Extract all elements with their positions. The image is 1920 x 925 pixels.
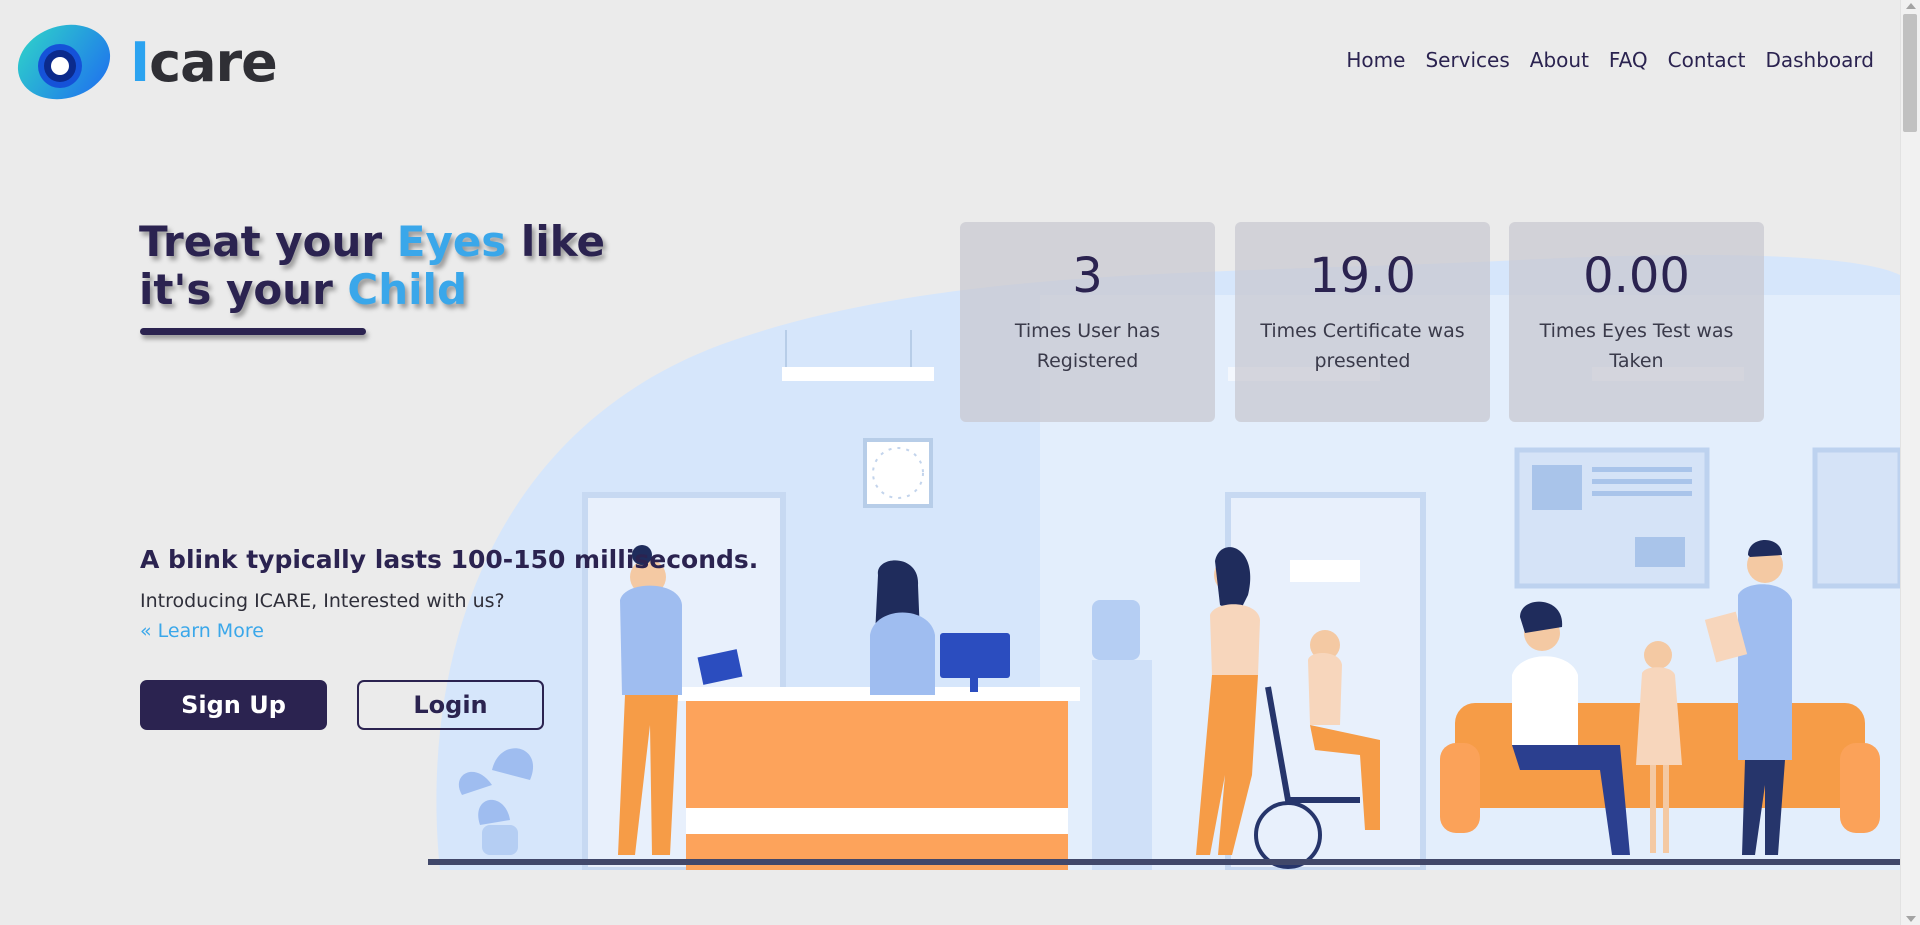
stat-value: 19.0	[1309, 248, 1416, 304]
hero-headline: Treat your Eyes like it's your Child	[139, 217, 606, 314]
sign-up-button[interactable]: Sign Up	[140, 680, 327, 730]
eye-logo-icon	[17, 24, 111, 100]
logo[interactable]: Icare	[14, 22, 278, 102]
scroll-up-arrow-icon[interactable]	[1906, 3, 1916, 9]
stat-value: 0.00	[1583, 248, 1690, 304]
stat-label: Times Eyes Test was Taken	[1539, 320, 1734, 372]
nav-dashboard[interactable]: Dashboard	[1765, 48, 1874, 72]
stat-card-registered: 3 Times User has Registered	[960, 222, 1215, 422]
nav-services[interactable]: Services	[1425, 48, 1509, 72]
stat-value: 3	[1072, 248, 1103, 304]
nav-contact[interactable]: Contact	[1668, 48, 1746, 72]
stat-label: Times User has Registered	[1014, 320, 1161, 372]
blink-fact: A blink typically lasts 100-150 millisec…	[140, 545, 759, 574]
scroll-down-arrow-icon[interactable]	[1906, 916, 1916, 922]
main-nav: Home Services About FAQ Contact Dashboar…	[1346, 48, 1874, 72]
stat-card-certificate: 19.0 Times Certificate was presented	[1235, 222, 1490, 422]
headline-underline	[140, 328, 366, 335]
nav-faq[interactable]: FAQ	[1609, 48, 1648, 72]
login-button[interactable]: Login	[357, 680, 544, 730]
stat-label: Times Certificate was presented	[1260, 320, 1465, 372]
page-scrollbar[interactable]	[1900, 0, 1920, 925]
learn-more-link[interactable]: « Learn More	[140, 620, 264, 642]
nav-about[interactable]: About	[1530, 48, 1589, 72]
scroll-thumb[interactable]	[1903, 14, 1917, 132]
brand-name: Icare	[130, 30, 278, 94]
intro-text: Introducing ICARE, Interested with us?	[140, 590, 505, 612]
stat-card-eyes-test: 0.00 Times Eyes Test was Taken	[1509, 222, 1764, 422]
nav-home[interactable]: Home	[1346, 48, 1405, 72]
